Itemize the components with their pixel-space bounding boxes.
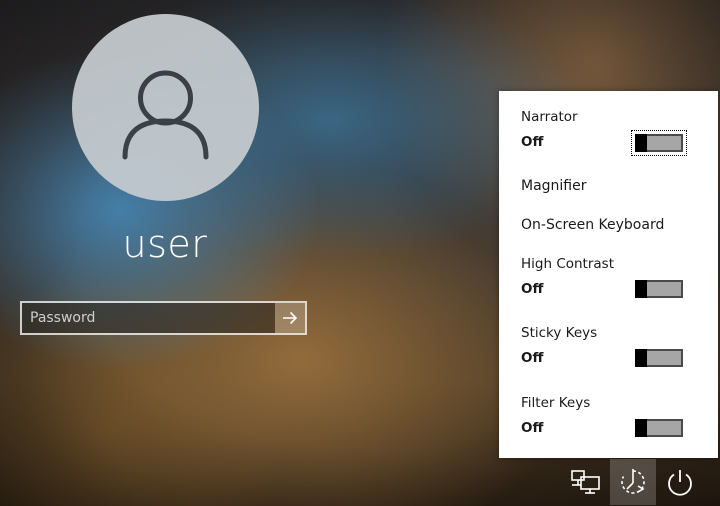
narrator-label: Narrator bbox=[521, 109, 578, 125]
power-icon bbox=[668, 470, 692, 496]
submit-arrow-button[interactable] bbox=[275, 303, 305, 333]
filter-keys-label: Filter Keys bbox=[521, 395, 591, 411]
on-screen-keyboard-button[interactable]: On-Screen Keyboard bbox=[521, 217, 664, 233]
sticky-keys-label: Sticky Keys bbox=[521, 325, 598, 341]
high-contrast-toggle-knob bbox=[635, 280, 647, 298]
on-screen-keyboard-label: On-Screen Keyboard bbox=[521, 217, 665, 233]
user-name: user bbox=[122, 222, 208, 266]
network-button[interactable] bbox=[563, 459, 609, 505]
sticky-keys-toggle-knob bbox=[635, 349, 647, 367]
high-contrast-state: Off bbox=[521, 281, 544, 297]
user-silhouette-icon bbox=[122, 70, 209, 160]
filter-keys-state: Off bbox=[521, 420, 544, 436]
sticky-keys-state: Off bbox=[521, 350, 544, 366]
ease-of-access-icon bbox=[621, 469, 645, 494]
arrow-right-icon bbox=[283, 311, 298, 325]
sticky-keys-toggle[interactable] bbox=[635, 349, 683, 367]
ease-of-access-button[interactable] bbox=[610, 459, 656, 505]
sticky-keys-item: Sticky Keys Off bbox=[521, 325, 597, 366]
user-avatar bbox=[72, 14, 259, 201]
narrator-state: Off bbox=[521, 134, 544, 150]
high-contrast-item: High Contrast Off bbox=[521, 256, 614, 297]
high-contrast-toggle[interactable] bbox=[635, 280, 683, 298]
filter-keys-toggle-knob bbox=[635, 419, 647, 437]
high-contrast-label: High Contrast bbox=[521, 256, 615, 272]
narrator-toggle-knob bbox=[635, 134, 647, 152]
network-icon bbox=[571, 470, 600, 494]
magnifier-button[interactable]: Magnifier bbox=[521, 178, 587, 194]
narrator-item: Narrator Off bbox=[521, 109, 578, 150]
power-button[interactable] bbox=[657, 459, 703, 505]
password-box bbox=[20, 301, 307, 335]
filter-keys-item: Filter Keys Off bbox=[521, 395, 590, 436]
lock-screen: user Narrator Off Magnifier On-Screen Ke… bbox=[0, 0, 720, 506]
password-input[interactable] bbox=[22, 303, 275, 333]
ease-of-access-flyout: Narrator Off Magnifier On-Screen Keyboar… bbox=[499, 91, 718, 458]
magnifier-label: Magnifier bbox=[521, 178, 587, 194]
narrator-toggle[interactable] bbox=[631, 130, 687, 156]
filter-keys-toggle[interactable] bbox=[635, 419, 683, 437]
